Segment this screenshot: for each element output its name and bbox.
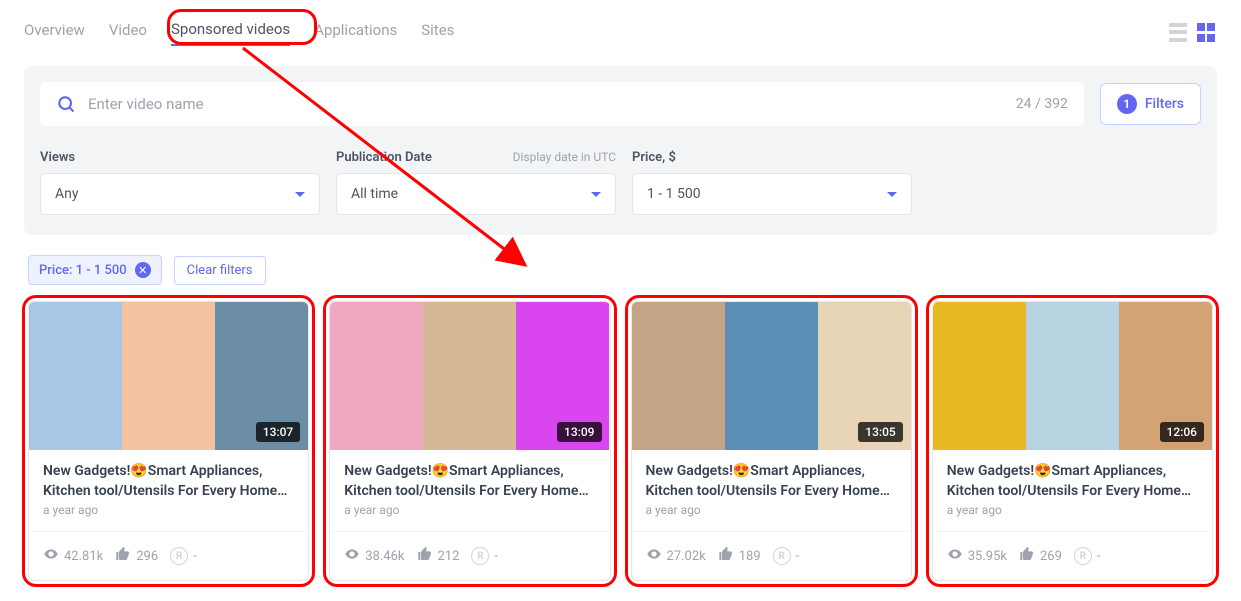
video-title: New Gadgets!😍Smart Appliances, Kitchen t… xyxy=(43,462,294,501)
search-input[interactable] xyxy=(88,95,1016,113)
r-icon: R xyxy=(170,547,188,565)
eye-icon xyxy=(43,546,59,566)
chevron-down-icon xyxy=(591,192,601,197)
video-age: a year ago xyxy=(344,503,595,517)
video-duration: 13:07 xyxy=(256,422,300,442)
video-title: New Gadgets!😍Smart Appliances, Kitchen t… xyxy=(947,462,1198,501)
filter-pubdate-select[interactable]: All time xyxy=(336,173,616,215)
video-thumbnail: 12:06 xyxy=(933,302,1212,450)
filter-price: Price, $ 1 - 1 500 xyxy=(632,150,912,215)
grid-view-button[interactable] xyxy=(1197,23,1217,43)
thumbs-up-icon xyxy=(1019,546,1035,566)
tab-sites[interactable]: Sites xyxy=(421,21,454,45)
likes-stat: 189 xyxy=(718,546,761,566)
r-icon: R xyxy=(773,547,791,565)
filters-button-label: Filters xyxy=(1145,96,1184,112)
video-card[interactable]: 13:09 New Gadgets!😍Smart Appliances, Kit… xyxy=(329,301,610,581)
views-stat: 35.95k xyxy=(947,546,1007,566)
eye-icon xyxy=(344,546,360,566)
r-icon: R xyxy=(471,547,489,565)
r-stat: R- xyxy=(170,547,197,565)
video-duration: 13:05 xyxy=(858,422,902,442)
r-stat: R- xyxy=(773,547,800,565)
video-age: a year ago xyxy=(43,503,294,517)
search-box: 24 / 392 xyxy=(40,82,1084,126)
active-filter-chips: Price: 1 - 1 500 ✕ Clear filters xyxy=(28,255,1217,285)
video-grid: 13:07 New Gadgets!😍Smart Appliances, Kit… xyxy=(24,301,1217,581)
r-icon: R xyxy=(1074,547,1092,565)
search-icon xyxy=(56,94,76,114)
video-age: a year ago xyxy=(646,503,897,517)
chip-close-icon[interactable]: ✕ xyxy=(135,262,151,278)
video-duration: 12:06 xyxy=(1160,422,1204,442)
views-stat: 42.81k xyxy=(43,546,103,566)
video-card[interactable]: 13:05 New Gadgets!😍Smart Appliances, Kit… xyxy=(631,301,912,581)
filter-price-select[interactable]: 1 - 1 500 xyxy=(632,173,912,215)
r-stat: R- xyxy=(1074,547,1101,565)
filter-views-label: Views xyxy=(40,150,75,165)
filter-views-select[interactable]: Any xyxy=(40,173,320,215)
views-stat: 38.46k xyxy=(344,546,404,566)
tabs-bar: Overview Video Sponsored videos Application… xyxy=(24,20,1217,46)
thumbs-up-icon xyxy=(718,546,734,566)
tab-sponsored-videos[interactable]: Sponsored videos xyxy=(171,20,290,46)
filters-count-badge: 1 xyxy=(1117,94,1137,114)
price-chip: Price: 1 - 1 500 ✕ xyxy=(28,255,162,285)
r-stat: R- xyxy=(471,547,498,565)
eye-icon xyxy=(646,546,662,566)
thumbs-up-icon xyxy=(417,546,433,566)
clear-filters-button[interactable]: Clear filters xyxy=(174,256,266,285)
video-duration: 13:09 xyxy=(557,422,601,442)
video-thumbnail: 13:07 xyxy=(29,302,308,450)
view-toggle xyxy=(1169,23,1217,43)
chevron-down-icon xyxy=(295,192,305,197)
likes-stat: 296 xyxy=(115,546,158,566)
filter-pubdate-hint: Display date in UTC xyxy=(513,150,616,164)
tab-applications[interactable]: Applications xyxy=(314,21,397,45)
likes-stat: 269 xyxy=(1019,546,1062,566)
list-view-button[interactable] xyxy=(1169,23,1189,43)
video-card[interactable]: 12:06 New Gadgets!😍Smart Appliances, Kit… xyxy=(932,301,1213,581)
video-card[interactable]: 13:07 New Gadgets!😍Smart Appliances, Kit… xyxy=(28,301,309,581)
thumbs-up-icon xyxy=(115,546,131,566)
filter-views: Views Any xyxy=(40,150,320,215)
filter-price-label: Price, $ xyxy=(632,150,676,165)
filters-button[interactable]: 1 Filters xyxy=(1100,83,1201,125)
chevron-down-icon xyxy=(887,192,897,197)
video-thumbnail: 13:05 xyxy=(632,302,911,450)
video-thumbnail: 13:09 xyxy=(330,302,609,450)
filter-pubdate-label: Publication Date xyxy=(336,150,432,165)
filter-panel: 24 / 392 1 Filters Views Any Publication… xyxy=(24,66,1217,235)
tab-overview[interactable]: Overview xyxy=(24,21,85,45)
filter-pubdate: Publication Date Display date in UTC All… xyxy=(336,150,616,215)
likes-stat: 212 xyxy=(417,546,460,566)
video-title: New Gadgets!😍Smart Appliances, Kitchen t… xyxy=(646,462,897,501)
tab-video[interactable]: Video xyxy=(109,21,147,45)
eye-icon xyxy=(947,546,963,566)
video-title: New Gadgets!😍Smart Appliances, Kitchen t… xyxy=(344,462,595,501)
video-age: a year ago xyxy=(947,503,1198,517)
result-count: 24 / 392 xyxy=(1016,96,1068,112)
views-stat: 27.02k xyxy=(646,546,706,566)
